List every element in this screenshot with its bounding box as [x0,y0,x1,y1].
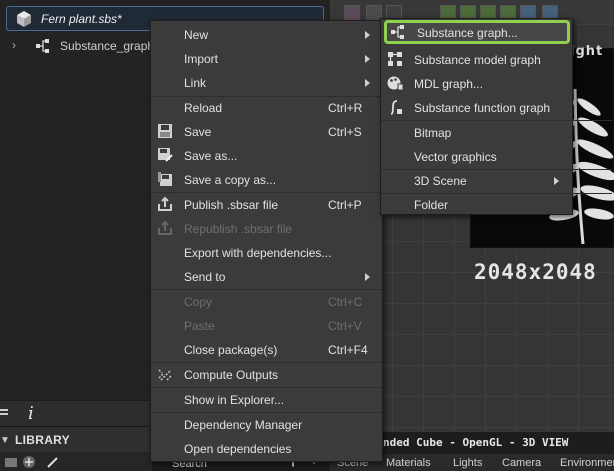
menu-item-reload[interactable]: Reload Ctrl+R [151,95,382,119]
submenu-arrow-icon [554,177,559,185]
menu-item-send-to[interactable]: Send to [151,264,382,288]
menu-item-dependency-manager[interactable]: Dependency Manager [151,412,382,436]
save-as-icon [158,148,173,162]
menu-item-compute-outputs[interactable]: Compute Outputs [151,362,382,386]
menu-item-label: Paste [184,319,215,333]
submenu-item-substance-graph[interactable]: Substance graph... [384,20,570,44]
menu-item-shortcut: Ctrl+P [328,198,362,212]
menu-item-label: Import [184,52,219,66]
submenu-item-substance-function-graph[interactable]: Substance function graph [381,95,572,119]
edit-pencil-icon[interactable] [46,455,60,469]
menu-item-republish[interactable]: Republish .sbsar file [151,216,382,240]
menu-item-label: Compute Outputs [184,368,279,382]
menu-item-save-copy-as[interactable]: Save a copy as... [151,167,382,191]
info-icon[interactable]: i [28,403,34,424]
submenu-arrow-icon [365,31,370,39]
package-cube-icon [17,11,31,27]
package-label: Fern plant.sbs* [41,12,122,26]
menu-item-shortcut: Ctrl+V [328,319,362,333]
submenu-arrow-icon [365,55,370,63]
menu-item-label: Republish .sbsar file [184,222,293,236]
submenu-arrow-icon [365,79,370,87]
menu-item-copy[interactable]: Copy Ctrl+C [151,289,382,313]
menu-item-shortcut: Ctrl+F4 [328,343,368,357]
menu-item-label: Save as... [184,149,238,163]
publish-icon [158,196,172,211]
menu-item-shortcut: Ctrl+C [328,295,363,309]
hamburger-icon[interactable] [0,409,8,419]
menu-item-shortcut: Ctrl+S [328,125,362,139]
library-title: LIBRARY [15,433,70,447]
menu-item-save-as[interactable]: Save as... [151,143,382,167]
save-copy-icon [158,172,172,186]
menu-item-label: Publish .sbsar file [184,198,279,212]
submenu-item-label: Substance graph... [417,26,518,40]
menu-environment[interactable]: Environment [560,457,614,469]
menu-item-label: Show in Explorer... [184,393,285,407]
graph-label: Substance_graph [60,39,155,53]
menu-item-label: Close package(s) [184,343,278,357]
substance-graph-icon [36,39,49,53]
resolution-label: 2048x2048 [474,260,597,284]
toolbar-button-1[interactable] [344,5,360,21]
3d-view-title: nded Cube - OpenGL - 3D VIEW [383,436,569,449]
menu-lights[interactable]: Lights [453,457,482,469]
context-menu: New Import Link Reload Ctrl+R Save Ctrl+… [150,20,383,462]
menu-item-link[interactable]: Link [151,70,382,94]
submenu-item-label: Folder [414,198,449,212]
menu-camera[interactable]: Camera [502,457,541,469]
submenu-item-label: 3D Scene [414,174,467,188]
save-icon [158,124,172,138]
library-folder-icon[interactable] [4,455,18,469]
republish-icon [158,220,172,235]
function-graph-icon [390,100,402,115]
menu-item-import[interactable]: Import [151,46,382,70]
submenu-item-label: Bitmap [414,126,452,140]
submenu-arrow-icon [365,273,370,281]
menu-item-paste[interactable]: Paste Ctrl+V [151,313,382,337]
menu-item-label: Open dependencies [184,442,292,456]
menu-item-label: New [184,28,209,42]
menu-item-label: Save a copy as... [184,173,277,187]
submenu-item-label: Vector graphics [414,150,497,164]
menu-item-close-package[interactable]: Close package(s) Ctrl+F4 [151,337,382,361]
submenu-item-label: Substance function graph [414,101,551,115]
menu-item-export-with-dependencies[interactable]: Export with dependencies... [151,240,382,264]
substance-graph-icon [391,25,404,39]
add-icon[interactable] [22,455,36,469]
menu-item-label: Reload [184,101,223,115]
menu-materials[interactable]: Materials [386,457,431,469]
preview-title: ight [570,44,604,59]
menu-item-label: Link [184,76,207,90]
menu-item-publish[interactable]: Publish .sbsar file Ctrl+P [151,192,382,216]
submenu-item-folder[interactable]: Folder [381,192,572,216]
menu-item-open-dependencies[interactable]: Open dependencies [151,436,382,460]
expand-arrow-icon[interactable]: › [12,38,16,52]
new-submenu: Substance graph... Substance model graph… [380,18,612,216]
compute-outputs-icon [158,369,172,381]
submenu-item-label: Substance model graph [414,53,541,67]
submenu-item-substance-model-graph[interactable]: Substance model graph [381,47,572,71]
menu-item-label: Copy [184,295,213,309]
menu-item-label: Dependency Manager [184,418,303,432]
submenu-item-mdl-graph[interactable]: MDL graph... [381,71,572,95]
menu-item-shortcut: Ctrl+R [328,101,363,115]
menu-item-show-in-explorer[interactable]: Show in Explorer... [151,387,382,411]
submenu-item-vector-graphics[interactable]: Vector graphics [381,144,572,168]
collapse-icon[interactable]: ▼ [0,435,10,446]
menu-item-label: Export with dependencies... [184,246,332,260]
submenu-item-label: MDL graph... [414,77,483,91]
menu-item-save[interactable]: Save Ctrl+S [151,119,382,143]
mdl-graph-icon [387,76,403,91]
menu-item-label: Save [184,125,212,139]
menu-item-label: Send to [184,270,226,284]
menu-item-new[interactable]: New [151,22,382,46]
submenu-item-3d-scene[interactable]: 3D Scene [381,168,572,192]
submenu-item-bitmap[interactable]: Bitmap [381,120,572,144]
model-graph-icon [388,52,402,66]
